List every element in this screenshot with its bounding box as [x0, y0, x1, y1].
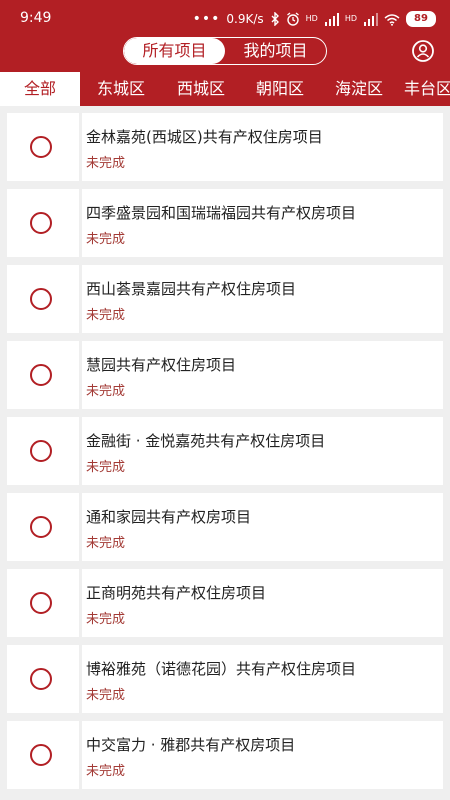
project-title: 慧园共有产权住房项目 [86, 356, 237, 374]
project-item[interactable]: 中交富力 · 雅郡共有产权房项目 未完成 [7, 721, 443, 789]
project-status: 未完成 [86, 688, 126, 703]
tab-chaoyang[interactable]: 朝阳区 [239, 72, 321, 106]
project-status: 未完成 [86, 232, 126, 247]
project-item[interactable]: 金融街 · 金悦嘉苑共有产权住房项目 未完成 [7, 417, 443, 485]
project-item[interactable]: 正商明苑共有产权住房项目 未完成 [7, 569, 443, 637]
select-radio-icon[interactable] [30, 136, 52, 158]
select-radio-icon[interactable] [30, 364, 52, 386]
select-radio-icon[interactable] [30, 516, 52, 538]
project-scope-toggle[interactable]: 所有项目 我的项目 [123, 37, 327, 65]
project-list: 金林嘉苑(西城区)共有产权住房项目 未完成 四季盛景园和国瑞瑞福园共有产权房项目… [0, 106, 450, 800]
select-radio-icon[interactable] [30, 592, 52, 614]
project-status: 未完成 [86, 384, 126, 399]
alarm-icon [286, 12, 299, 26]
notification-dots-icon: ••• [192, 11, 221, 27]
project-item[interactable]: 通和家园共有产权房项目 未完成 [7, 493, 443, 561]
hd-icon: HD [305, 14, 318, 23]
wifi-icon [384, 13, 400, 26]
project-item[interactable]: 金林嘉苑(西城区)共有产权住房项目 未完成 [7, 113, 443, 181]
segment-all-projects[interactable]: 所有项目 [124, 38, 225, 64]
tab-fengtai[interactable]: 丰台区 [404, 72, 450, 106]
project-title: 金林嘉苑(西城区)共有产权住房项目 [86, 128, 323, 146]
battery-icon: 89 [406, 11, 436, 27]
district-tabs: 全部 东城区 西城区 朝阳区 海淀区 丰台区 [0, 72, 450, 106]
status-bar: 9:49 ••• 0.9K/s HD HD 89 [0, 0, 450, 36]
tab-xicheng[interactable]: 西城区 [160, 72, 242, 106]
project-item[interactable]: 西山荟景嘉园共有产权住房项目 未完成 [7, 265, 443, 333]
network-speed: 0.9K/s [226, 12, 264, 26]
signal-icon-2 [364, 12, 378, 26]
project-status: 未完成 [86, 460, 126, 475]
project-title: 中交富力 · 雅郡共有产权房项目 [86, 736, 296, 754]
project-title: 博裕雅苑（诺德花园）共有产权住房项目 [86, 660, 357, 678]
tab-dongcheng[interactable]: 东城区 [80, 72, 162, 106]
project-status: 未完成 [86, 156, 126, 171]
tab-haidian[interactable]: 海淀区 [318, 72, 400, 106]
status-icons: ••• 0.9K/s HD HD 89 [193, 9, 436, 29]
project-title: 西山荟景嘉园共有产权住房项目 [86, 280, 297, 298]
project-item[interactable]: 四季盛景园和国瑞瑞福园共有产权房项目 未完成 [7, 189, 443, 257]
project-status: 未完成 [86, 308, 126, 323]
project-status: 未完成 [86, 764, 126, 779]
select-radio-icon[interactable] [30, 668, 52, 690]
status-time: 9:49 [20, 10, 52, 26]
project-title: 正商明苑共有产权住房项目 [86, 584, 267, 602]
tab-all[interactable]: 全部 [0, 72, 80, 106]
project-status: 未完成 [86, 536, 126, 551]
select-radio-icon[interactable] [30, 212, 52, 234]
select-radio-icon[interactable] [30, 744, 52, 766]
select-radio-icon[interactable] [30, 288, 52, 310]
project-status: 未完成 [86, 612, 126, 627]
select-radio-icon[interactable] [30, 440, 52, 462]
segment-my-projects[interactable]: 我的项目 [225, 38, 326, 64]
project-item[interactable]: 博裕雅苑（诺德花园）共有产权住房项目 未完成 [7, 645, 443, 713]
bluetooth-icon [271, 12, 279, 26]
project-title: 四季盛景园和国瑞瑞福园共有产权房项目 [86, 204, 357, 222]
project-title: 金融街 · 金悦嘉苑共有产权住房项目 [86, 432, 326, 450]
signal-icon [324, 12, 339, 26]
project-item[interactable]: 慧园共有产权住房项目 未完成 [7, 341, 443, 409]
hd-icon-2: HD [344, 14, 357, 23]
project-title: 通和家园共有产权房项目 [86, 508, 252, 526]
user-icon[interactable] [412, 40, 434, 62]
app-header: 9:49 ••• 0.9K/s HD HD 89 所有项目 我的项目 [0, 0, 450, 72]
